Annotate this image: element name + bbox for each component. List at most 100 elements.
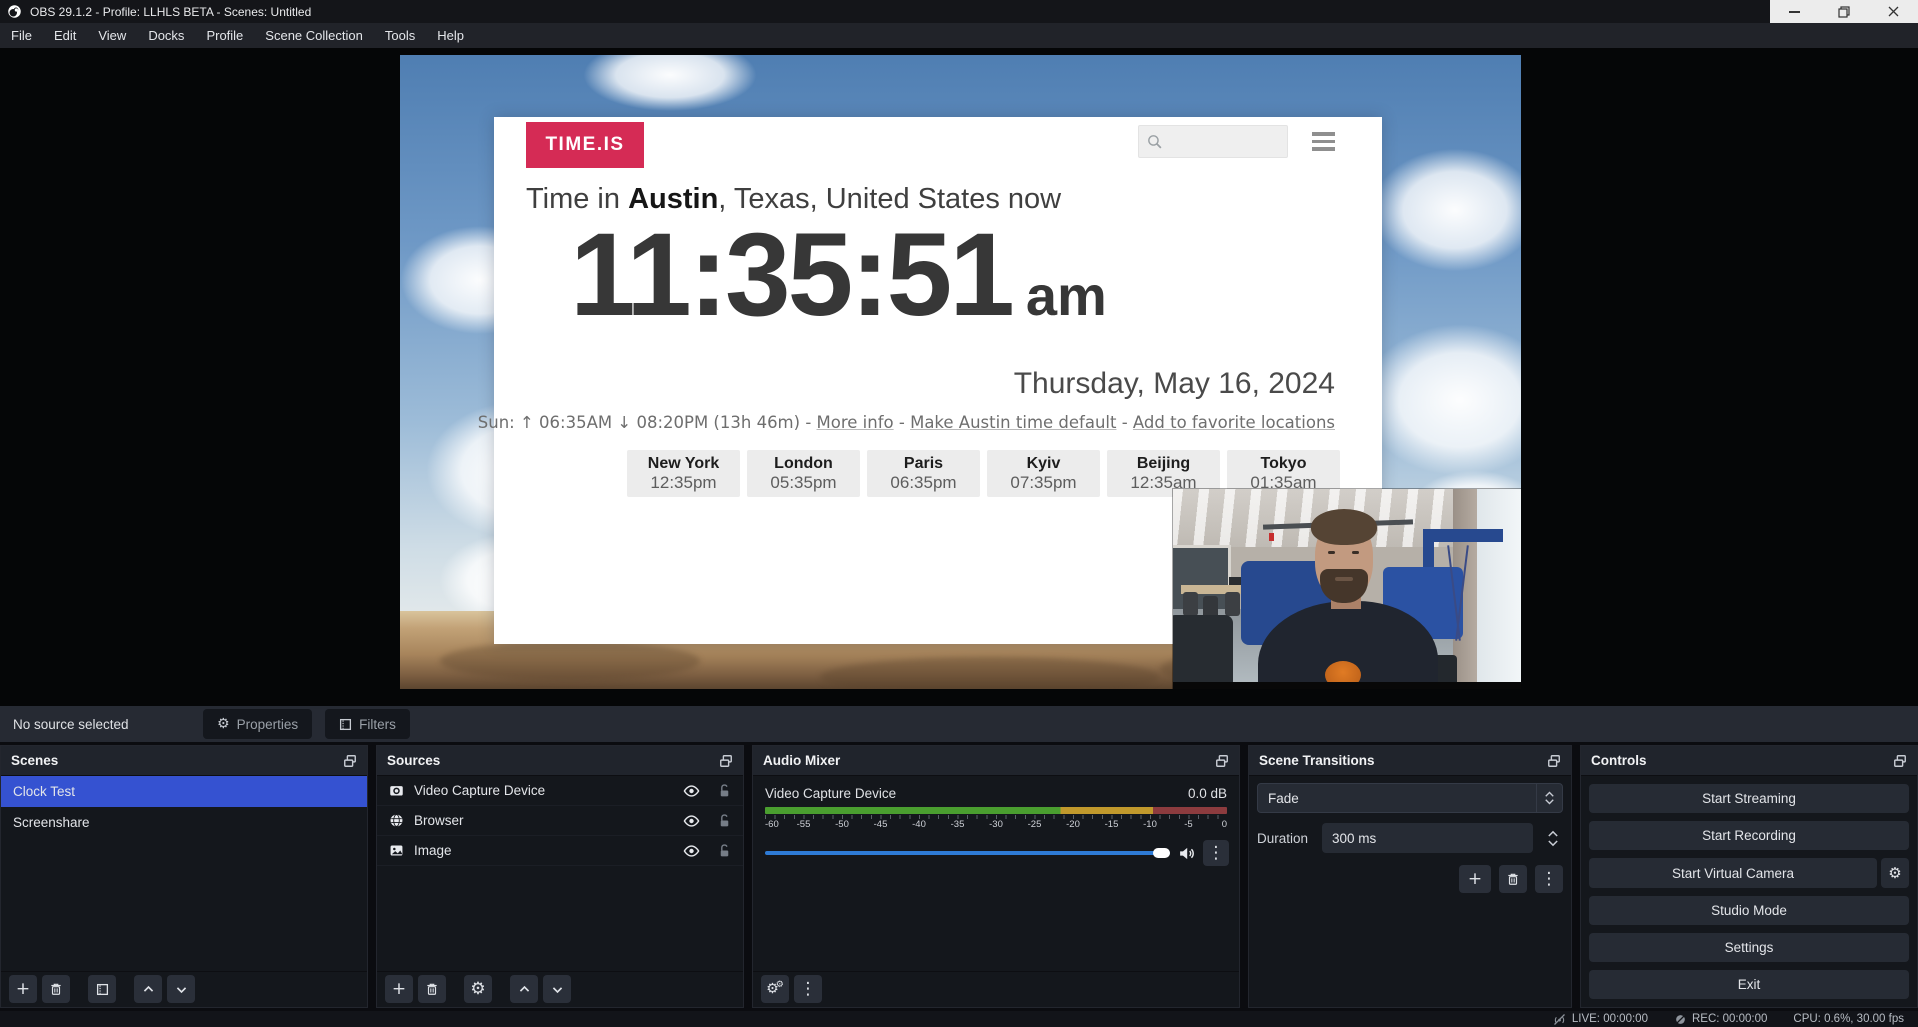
gear-icon: ⚙ (217, 716, 230, 732)
duration-spinbox[interactable]: 300 ms (1322, 823, 1533, 853)
volume-meter (765, 807, 1227, 814)
camera-icon (389, 783, 404, 798)
cpu-fps-stats: CPU: 0.6%, 30.00 fps (1793, 1013, 1904, 1025)
menubar: File Edit View Docks Profile Scene Colle… (0, 23, 1918, 48)
menu-profile[interactable]: Profile (195, 23, 254, 48)
favorite-link[interactable]: Add to favorite locations (1133, 413, 1335, 432)
start-recording-button[interactable]: Start Recording (1589, 821, 1909, 850)
remove-transition-button[interactable] (1499, 865, 1527, 893)
chevron-up-down-icon (1536, 784, 1562, 812)
city-card[interactable]: New York12:35pm (627, 450, 740, 497)
move-source-up-button[interactable] (510, 975, 538, 1003)
webcam-letterbox (1173, 682, 1521, 689)
transition-options-kebab-button[interactable]: ⋮ (1535, 865, 1563, 893)
settings-button[interactable]: Settings (1589, 933, 1909, 962)
start-virtual-camera-button[interactable]: Start Virtual Camera (1589, 858, 1877, 888)
add-scene-button[interactable]: + (9, 975, 37, 1003)
sun-info-line: Sun: ↑ 06:35AM ↓ 08:20PM (13h 46m) - Mor… (478, 413, 1335, 432)
menu-help[interactable]: Help (426, 23, 475, 48)
menu-view[interactable]: View (87, 23, 137, 48)
clock-time: 11:35:51 (570, 205, 1012, 347)
popout-icon[interactable] (719, 754, 733, 768)
city-card[interactable]: Kyiv07:35pm (987, 450, 1100, 497)
duration-label: Duration (1257, 831, 1312, 846)
properties-button[interactable]: ⚙ Properties (203, 709, 312, 739)
scene-transitions-panel: Scene Transitions Fade Duration 300 ms (1248, 745, 1572, 1008)
more-info-link[interactable]: More info (817, 413, 894, 432)
timeis-clock: 11:35:51 am (570, 205, 1107, 347)
source-properties-button[interactable]: ⚙ (464, 975, 492, 1003)
minimize-button[interactable] (1770, 0, 1819, 23)
source-item-image[interactable]: Image (377, 836, 743, 866)
popout-icon[interactable] (1215, 754, 1229, 768)
add-source-button[interactable]: + (385, 975, 413, 1003)
start-streaming-button[interactable]: Start Streaming (1589, 784, 1909, 813)
scenes-panel: Scenes Clock Test Screenshare + (0, 745, 368, 1008)
rec-off-icon (1674, 1013, 1687, 1026)
scene-item-clock-test[interactable]: Clock Test (1, 776, 367, 807)
scene-item-screenshare[interactable]: Screenshare (1, 807, 367, 838)
search-box[interactable] (1138, 125, 1288, 158)
source-item-video-capture[interactable]: Video Capture Device (377, 776, 743, 806)
titlebar: OBS 29.1.2 - Profile: LLHLS BETA - Scene… (0, 0, 1918, 23)
remove-scene-button[interactable] (42, 975, 70, 1003)
move-scene-up-button[interactable] (134, 975, 162, 1003)
hamburger-menu-icon[interactable] (1312, 132, 1335, 155)
studio-mode-button[interactable]: Studio Mode (1589, 896, 1909, 925)
scenes-panel-title: Scenes (11, 753, 58, 768)
menu-docks[interactable]: Docks (137, 23, 195, 48)
popout-icon[interactable] (1893, 754, 1907, 768)
exit-button[interactable]: Exit (1589, 970, 1909, 999)
maximize-button[interactable] (1819, 0, 1868, 23)
visibility-eye-icon[interactable] (683, 814, 700, 828)
lock-icon[interactable] (718, 844, 731, 858)
status-bar: LIVE: 00:00:00 REC: 00:00:00 CPU: 0.6%, … (0, 1011, 1918, 1027)
search-input[interactable] (1163, 134, 1273, 150)
controls-panel: Controls Start Streaming Start Recording… (1580, 745, 1918, 1008)
source-toolbar: No source selected ⚙ Properties Filters (0, 706, 1918, 742)
spin-arrows-icon[interactable] (1543, 830, 1563, 847)
mixer-menu-kebab-button[interactable]: ⋮ (794, 975, 822, 1003)
window-title: OBS 29.1.2 - Profile: LLHLS BETA - Scene… (30, 5, 311, 19)
sources-panel-title: Sources (387, 753, 440, 768)
move-scene-down-button[interactable] (167, 975, 195, 1003)
lock-icon[interactable] (718, 784, 731, 798)
remove-source-button[interactable] (418, 975, 446, 1003)
filters-button[interactable]: Filters (325, 709, 410, 739)
window-controls (1770, 0, 1918, 23)
move-source-down-button[interactable] (543, 975, 571, 1003)
add-transition-button[interactable]: + (1459, 865, 1491, 893)
volume-slider-handle[interactable] (1153, 848, 1170, 858)
lock-icon[interactable] (718, 814, 731, 828)
live-off-icon (1552, 1013, 1567, 1026)
live-time: LIVE: 00:00:00 (1572, 1013, 1648, 1025)
menu-tools[interactable]: Tools (374, 23, 426, 48)
visibility-eye-icon[interactable] (683, 844, 700, 858)
obs-logo-icon (7, 4, 22, 19)
mixer-source-name: Video Capture Device (765, 786, 896, 801)
city-card[interactable]: Paris06:35pm (867, 450, 980, 497)
timeis-date: Thursday, May 16, 2024 (1014, 367, 1335, 401)
popout-icon[interactable] (343, 754, 357, 768)
advanced-audio-button[interactable]: ⚙⚙ (761, 975, 789, 1003)
popout-icon[interactable] (1547, 754, 1561, 768)
menu-scene-collection[interactable]: Scene Collection (254, 23, 374, 48)
volume-slider[interactable] (765, 851, 1170, 855)
transitions-panel-title: Scene Transitions (1259, 753, 1375, 768)
scene-filters-button[interactable] (88, 975, 116, 1003)
source-item-browser[interactable]: Browser (377, 806, 743, 836)
mixer-level-db: 0.0 dB (1188, 786, 1227, 801)
transition-select[interactable]: Fade (1257, 783, 1563, 813)
mixer-options-kebab-button[interactable]: ⋮ (1203, 840, 1229, 866)
close-button[interactable] (1869, 0, 1918, 23)
visibility-eye-icon[interactable] (683, 784, 700, 798)
city-card[interactable]: London05:35pm (747, 450, 860, 497)
obs-window: OBS 29.1.2 - Profile: LLHLS BETA - Scene… (0, 0, 1918, 1027)
preview-canvas[interactable]: TIME.IS Time in Austin, Texas, United St… (400, 55, 1521, 689)
menu-edit[interactable]: Edit (43, 23, 87, 48)
speaker-icon[interactable] (1178, 845, 1195, 862)
make-default-link[interactable]: Make Austin time default (910, 413, 1116, 432)
controls-panel-title: Controls (1591, 753, 1647, 768)
virtual-camera-settings-button[interactable]: ⚙ (1881, 858, 1909, 888)
menu-file[interactable]: File (0, 23, 43, 48)
